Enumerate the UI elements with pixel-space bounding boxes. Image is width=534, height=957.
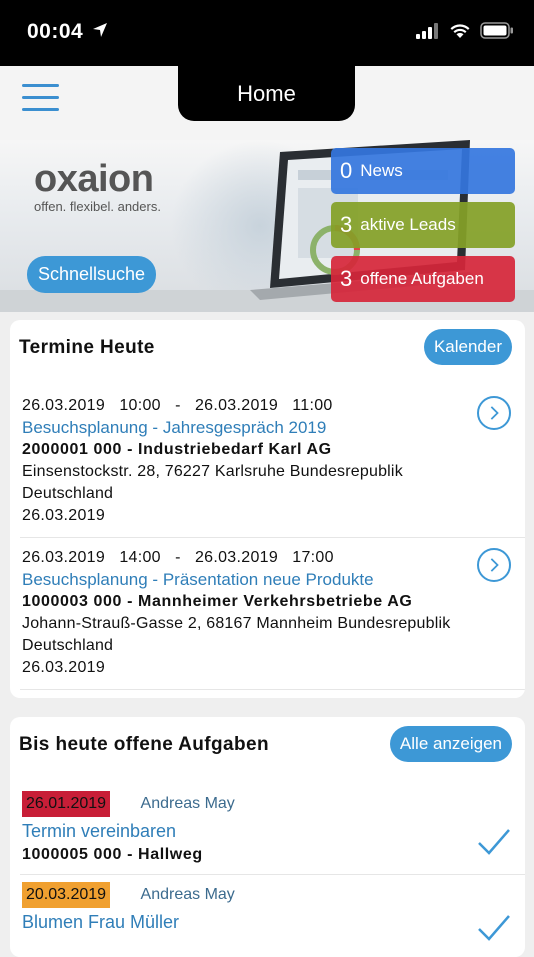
status-time: 00:04 [27,20,84,43]
active-leads-tile[interactable]: 3 aktive Leads [331,202,515,248]
leads-label: aktive Leads [360,215,456,234]
appointment-start: 26.03.2019 14:00 [22,549,161,566]
quick-search-button[interactable]: Schnellsuche [27,256,156,293]
status-bar: 00:04 [0,0,534,66]
leads-count: 3 [340,212,353,237]
task-due-date-badge: 26.01.2019 [22,791,111,817]
appointment-item[interactable]: 26.03.2019 10:00 - 26.03.2019 11:00 Besu… [22,395,517,527]
appointment-title[interactable]: Besuchsplanung - Präsentation neue Produ… [22,569,517,591]
show-all-button[interactable]: Alle anzeigen [389,726,512,762]
appointment-time-range: 26.03.2019 14:00 - 26.03.2019 17:00 [22,547,517,569]
location-arrow-icon [93,23,107,37]
appointment-date: 26.03.2019 [22,507,106,524]
tasks-label: offene Aufgaben [360,269,484,288]
appointment-address: Johann-Strauß-Gasse 2, 68167 Mannheim Bu… [22,615,451,632]
chevron-right-icon[interactable] [477,548,511,582]
appointment-address: Einsenstockstr. 28, 76227 Karlsruhe Bund… [22,463,403,480]
news-tile[interactable]: 0 News [331,148,515,194]
appointment-time-range: 26.03.2019 10:00 - 26.03.2019 11:00 [22,395,517,417]
appointment-end: 26.03.2019 11:00 [194,397,333,414]
task-title[interactable]: Termin vereinbaren [22,821,512,842]
open-tasks-title: Bis heute offene Aufgaben [19,734,269,755]
appointment-date: 26.03.2019 [22,659,106,676]
task-item[interactable]: 20.03.2019 Andreas May Blumen Frau Mülle… [22,882,512,933]
logo-brand: oxaion [34,158,154,200]
appointment-end: 26.03.2019 17:00 [194,549,334,566]
appointments-title: Termine Heute [19,337,155,358]
wifi-icon [450,23,470,38]
appointment-item[interactable]: 26.03.2019 14:00 - 26.03.2019 17:00 Besu… [22,547,517,679]
appointment-company: 1000003 000 - Mannheimer Verkehrsbetrieb… [22,593,413,610]
checkmark-icon[interactable] [477,827,511,857]
page-title: Home [178,66,355,121]
appointment-start: 26.03.2019 10:00 [22,397,161,414]
appointment-address-country: Deutschland [22,637,114,654]
cellular-signal-icon [416,22,438,39]
news-label: News [360,161,403,180]
chevron-right-icon[interactable] [477,396,511,430]
hamburger-menu-icon[interactable] [22,84,59,114]
task-owner: Andreas May [140,795,235,812]
open-tasks-card: Bis heute offene Aufgaben Alle anzeigen … [10,717,525,957]
open-tasks-tile[interactable]: 3 offene Aufgaben [331,256,515,302]
battery-icon [480,22,513,39]
news-count: 0 [340,158,353,183]
app-header: Home [0,66,534,140]
time-separator: - [160,549,195,566]
task-owner: Andreas May [140,886,235,903]
task-item[interactable]: 26.01.2019 Andreas May Termin vereinbare… [22,791,512,864]
task-due-date-badge: 20.03.2019 [22,882,111,908]
appointment-address-country: Deutschland [22,485,114,502]
hero-banner: oxaion offen. flexibel. anders. Schnells… [0,140,534,312]
task-subject: 1000005 000 - Hallweg [22,846,203,863]
checkmark-icon[interactable] [477,913,511,943]
appointment-company: 2000001 000 - Industriebedarf Karl AG [22,441,332,458]
appointments-card: Termine Heute Kalender 26.03.2019 10:00 … [10,320,525,698]
calendar-button[interactable]: Kalender [423,329,512,365]
time-separator: - [160,397,195,414]
task-title[interactable]: Blumen Frau Müller [22,912,512,933]
appointment-title[interactable]: Besuchsplanung - Jahresgespräch 2019 [22,417,517,439]
oxaion-logo: oxaion offen. flexibel. anders. [34,158,161,214]
logo-slogan: offen. flexibel. anders. [34,199,161,214]
tasks-count: 3 [340,266,353,291]
